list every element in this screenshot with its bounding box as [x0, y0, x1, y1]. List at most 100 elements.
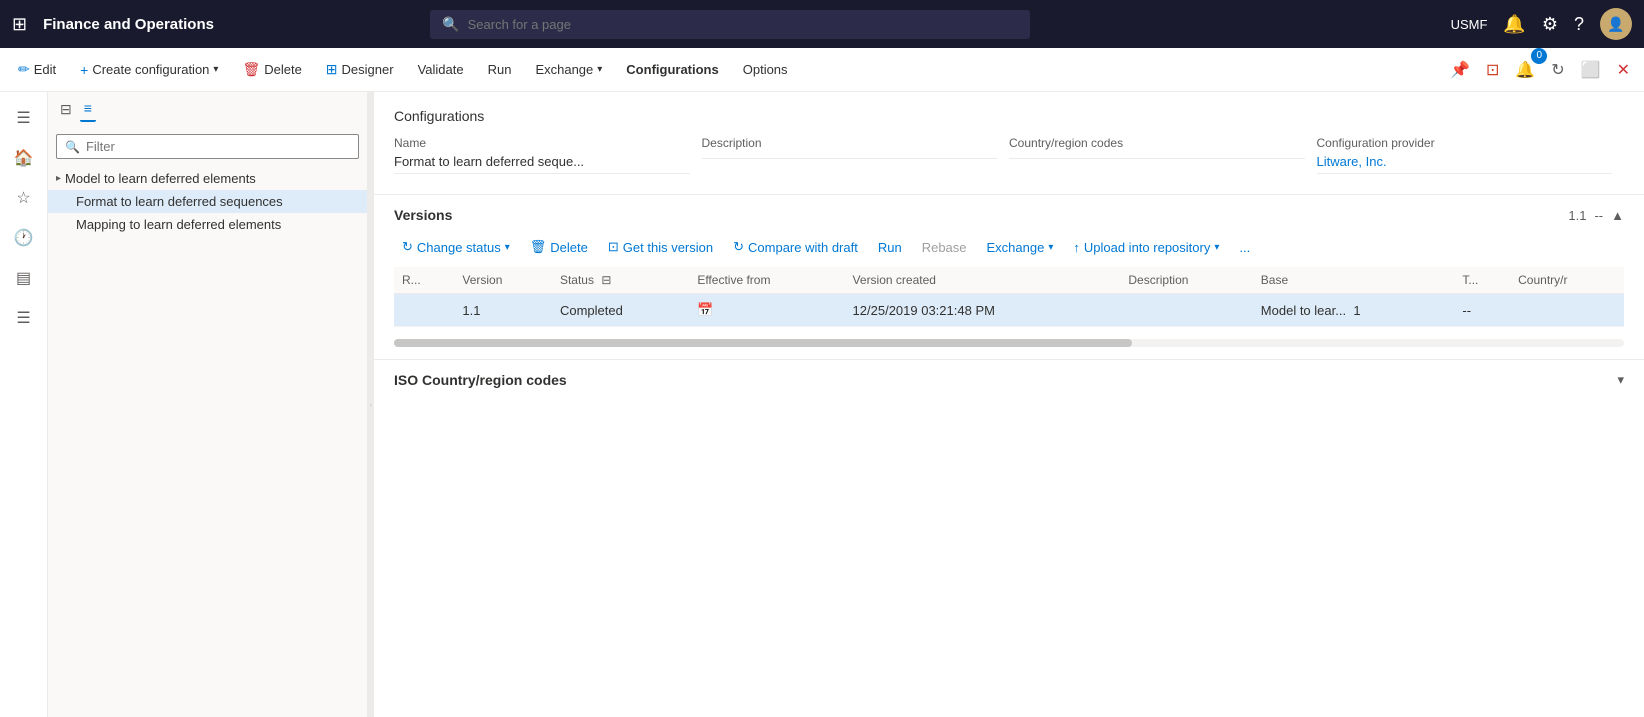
sidebar-table-icon[interactable]: ▤	[6, 260, 42, 296]
chevron-down-icon: ▾	[213, 64, 218, 75]
options-button[interactable]: Options	[733, 56, 798, 83]
tree-item-0[interactable]: Format to learn deferred sequences	[48, 190, 367, 213]
scroll-thumb[interactable]	[394, 339, 1132, 347]
col-r: R...	[394, 267, 454, 294]
command-bar: ✏ Edit + Create configuration ▾ 🗑 Delete…	[0, 48, 1644, 92]
run-button[interactable]: Run	[478, 56, 522, 83]
iso-section[interactable]: ISO Country/region codes ▾	[374, 359, 1644, 400]
upload-button[interactable]: ↑ Upload into repository ▾	[1065, 236, 1227, 259]
description-value	[702, 154, 998, 159]
app-title: Finance and Operations	[43, 16, 214, 33]
tree-toolbar: ⊟ ≡	[48, 92, 367, 126]
sidebar-recent-icon[interactable]: 🕐	[6, 220, 42, 256]
col-t: T...	[1454, 267, 1510, 294]
notification-badge: 0	[1531, 48, 1547, 64]
country-value	[1009, 154, 1305, 159]
toolbar-right: 📌 ⊡ 🔔 0 ↻ ⬜ ✕	[1444, 54, 1636, 86]
horizontal-scrollbar[interactable]	[394, 339, 1624, 347]
cell-r	[394, 294, 454, 327]
country-field: Country/region codes	[1009, 136, 1317, 186]
iso-title: ISO Country/region codes	[394, 372, 567, 388]
get-this-version-button[interactable]: ⊡ Get this version	[600, 235, 721, 259]
plus-icon: +	[80, 62, 88, 78]
col-country: Country/r	[1510, 267, 1624, 294]
bell-icon[interactable]: 🔔	[1503, 14, 1525, 35]
config-section-title: Configurations	[394, 108, 1624, 124]
version-separator: --	[1594, 208, 1603, 223]
search-icon: 🔍	[442, 16, 459, 33]
calendar-icon[interactable]: 📅	[697, 302, 713, 317]
compare-with-draft-button[interactable]: ↻ Compare with draft	[725, 235, 866, 259]
help-icon[interactable]: ?	[1574, 14, 1584, 35]
version-number: 1.1	[1568, 208, 1586, 223]
tree-panel: ⊟ ≡ 🔍 ▸ Model to learn deferred elements…	[48, 92, 368, 717]
delete-button[interactable]: 🗑 Delete	[232, 55, 311, 84]
sidebar-star-icon[interactable]: ☆	[6, 180, 42, 216]
app-grid-icon[interactable]: ⊞	[12, 14, 27, 35]
refresh-icon[interactable]: ↻	[1545, 54, 1570, 86]
sidebar-list-icon[interactable]: ☰	[6, 300, 42, 336]
sidebar-hamburger-icon[interactable]: ☰	[6, 100, 42, 136]
tree-filter[interactable]: 🔍	[56, 134, 359, 159]
col-effective-from: Effective from	[689, 267, 844, 294]
cell-version: 1.1	[454, 294, 552, 327]
versions-delete-button[interactable]: 🗑 Delete	[522, 235, 596, 259]
versions-title: Versions	[394, 207, 452, 223]
table-header-row: R... Version Status ⊟ Effective from Ver…	[394, 267, 1624, 294]
compare-icon: ↻	[733, 239, 744, 255]
cell-t: --	[1454, 294, 1510, 327]
filter-search-icon: 🔍	[65, 140, 80, 154]
change-status-button[interactable]: ↻ Change status ▾	[394, 235, 518, 259]
col-version: Version	[454, 267, 552, 294]
tree-content: ▸ Model to learn deferred elements Forma…	[48, 167, 367, 717]
tree-item-1[interactable]: Mapping to learn deferred elements	[48, 213, 367, 236]
versions-run-button[interactable]: Run	[870, 236, 910, 259]
office-icon[interactable]: ⊡	[1480, 54, 1505, 86]
cell-effective-from: 📅	[689, 294, 844, 327]
cell-base: Model to lear... 1	[1253, 294, 1455, 327]
configurations-tab-button[interactable]: Configurations	[616, 56, 728, 83]
sidebar-home-icon[interactable]: 🏠	[6, 140, 42, 176]
config-header: Configurations Name Format to learn defe…	[374, 92, 1644, 195]
settings-icon[interactable]: ⚙	[1542, 14, 1558, 35]
close-icon[interactable]: ✕	[1611, 54, 1636, 86]
versions-exchange-button[interactable]: Exchange ▾	[979, 236, 1062, 259]
validate-button[interactable]: Validate	[408, 56, 474, 83]
expand-icon: ▸	[56, 173, 61, 184]
user-label: USMF	[1451, 17, 1488, 32]
table-row[interactable]: 1.1 Completed 📅 12/25/2019 03:21:48 PM M…	[394, 294, 1624, 327]
iso-chevron-icon: ▾	[1617, 372, 1624, 388]
config-fields: Name Format to learn deferred seque... D…	[394, 136, 1624, 186]
avatar[interactable]: 👤	[1600, 8, 1632, 40]
create-configuration-button[interactable]: + Create configuration ▾	[70, 56, 228, 84]
col-description: Description	[1120, 267, 1252, 294]
versions-controls: 1.1 -- ▲	[1568, 208, 1624, 223]
col-status: Status ⊟	[552, 267, 689, 294]
search-input[interactable]	[468, 17, 1019, 32]
designer-button[interactable]: ⊞ Designer	[316, 55, 404, 84]
filter-tree-icon[interactable]: ⊟	[56, 97, 76, 122]
edit-button[interactable]: ✏ Edit	[8, 55, 66, 84]
change-status-icon: ↻	[402, 239, 413, 255]
status-filter-icon[interactable]: ⊟	[601, 273, 611, 287]
top-navigation: ⊞ Finance and Operations 🔍 USMF 🔔 ⚙ ? 👤	[0, 0, 1644, 48]
main-content: Configurations Name Format to learn defe…	[374, 92, 1644, 717]
more-options-button[interactable]: ...	[1231, 236, 1258, 259]
maximize-icon[interactable]: ⬜	[1575, 54, 1607, 86]
name-label: Name	[394, 136, 690, 150]
upload-chevron-icon: ▾	[1214, 242, 1219, 253]
pin-icon[interactable]: 📌	[1444, 54, 1476, 86]
rebase-button: Rebase	[914, 236, 975, 259]
tree-filter-input[interactable]	[86, 139, 350, 154]
top-nav-right: USMF 🔔 ⚙ ? 👤	[1451, 8, 1632, 40]
search-bar[interactable]: 🔍	[430, 10, 1030, 39]
tree-root-item[interactable]: ▸ Model to learn deferred elements	[48, 167, 367, 190]
country-label: Country/region codes	[1009, 136, 1305, 150]
col-version-created: Version created	[845, 267, 1121, 294]
main-layout: ☰ 🏠 ☆ 🕐 ▤ ☰ ⊟ ≡ 🔍 ▸ Model to learn defer…	[0, 92, 1644, 717]
notification-icon[interactable]: 🔔 0	[1509, 54, 1541, 86]
provider-value[interactable]: Litware, Inc.	[1317, 154, 1613, 174]
exchange-button[interactable]: Exchange ▾	[525, 56, 612, 83]
collapse-icon[interactable]: ▲	[1611, 208, 1624, 223]
list-view-icon[interactable]: ≡	[80, 96, 96, 122]
